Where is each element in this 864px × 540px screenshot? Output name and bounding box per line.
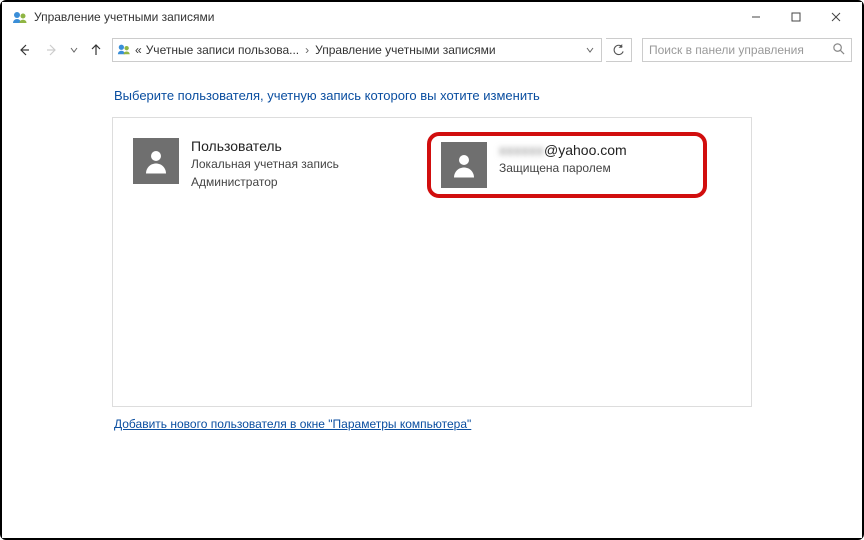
avatar-icon — [133, 138, 179, 184]
address-dropdown[interactable] — [583, 46, 597, 54]
user-name: Пользователь — [191, 138, 339, 154]
window-controls — [736, 3, 856, 31]
breadcrumb-item-2[interactable]: Управление учетными записями — [315, 43, 495, 57]
user-list-panel: Пользователь Локальная учетная запись Ад… — [112, 117, 752, 407]
add-user-link[interactable]: Добавить нового пользователя в окне "Пар… — [114, 417, 471, 431]
refresh-button[interactable] — [606, 38, 632, 62]
up-button[interactable] — [84, 38, 108, 62]
forward-button[interactable] — [40, 38, 64, 62]
user-info: xxxxxx@yahoo.com Защищена паролем — [499, 142, 627, 176]
user-role: Администратор — [191, 174, 339, 190]
content-area: Выберите пользователя, учетную запись ко… — [2, 68, 862, 538]
avatar-icon — [441, 142, 487, 188]
user-account-type: Локальная учетная запись — [191, 156, 339, 172]
address-bar[interactable]: « Учетные записи пользова... › Управлени… — [112, 38, 602, 62]
back-button[interactable] — [12, 38, 36, 62]
titlebar: Управление учетными записями — [2, 2, 862, 32]
minimize-button[interactable] — [736, 3, 776, 31]
search-input[interactable] — [649, 43, 832, 57]
navigation-toolbar: « Учетные записи пользова... › Управлени… — [2, 32, 862, 68]
user-name: xxxxxx@yahoo.com — [499, 142, 627, 158]
close-button[interactable] — [816, 3, 856, 31]
user-accounts-breadcrumb-icon — [117, 42, 131, 59]
user-card-highlighted[interactable]: xxxxxx@yahoo.com Защищена паролем — [427, 132, 707, 198]
control-panel-window: Управление учетными записями — [2, 2, 862, 538]
page-heading: Выберите пользователя, учетную запись ко… — [114, 88, 752, 103]
chevron-right-icon[interactable]: › — [303, 43, 311, 57]
search-box[interactable] — [642, 38, 852, 62]
window-title: Управление учетными записями — [34, 10, 736, 24]
user-name-domain: @yahoo.com — [544, 142, 627, 158]
maximize-button[interactable] — [776, 3, 816, 31]
breadcrumb-item-1[interactable]: Учетные записи пользова... — [146, 43, 299, 57]
user-password-status: Защищена паролем — [499, 160, 627, 176]
user-card[interactable]: Пользователь Локальная учетная запись Ад… — [127, 132, 407, 196]
breadcrumb-prefix-icon: « — [135, 43, 142, 57]
user-name-redacted: xxxxxx — [499, 142, 544, 158]
search-icon[interactable] — [832, 42, 845, 58]
recent-locations-dropdown[interactable] — [68, 38, 80, 62]
user-info: Пользователь Локальная учетная запись Ад… — [191, 138, 339, 190]
user-accounts-app-icon — [12, 9, 28, 25]
